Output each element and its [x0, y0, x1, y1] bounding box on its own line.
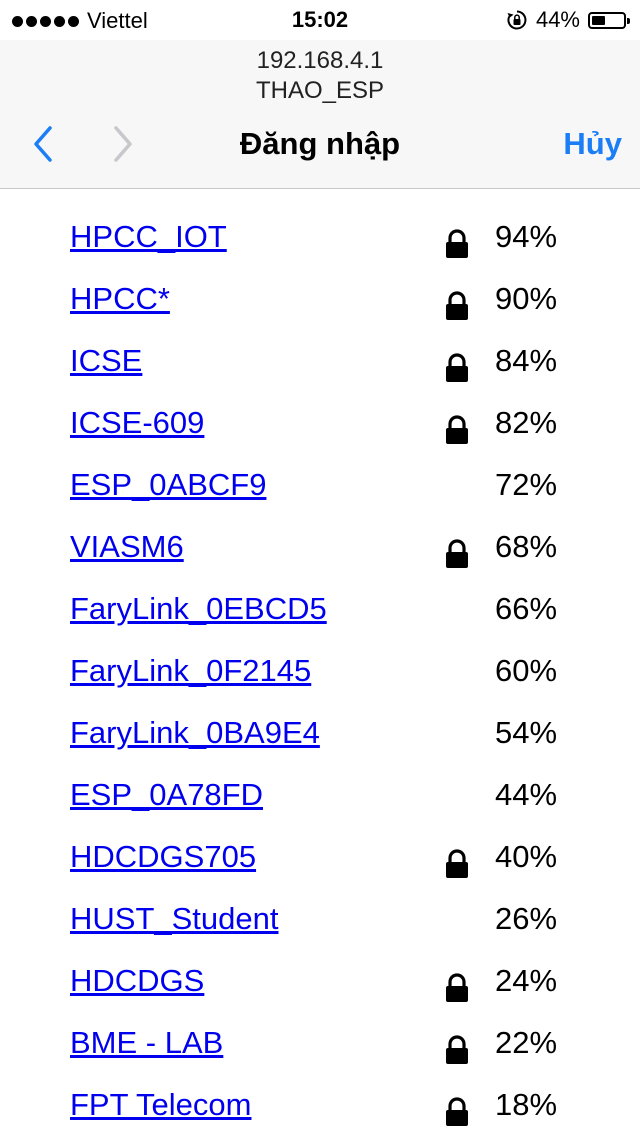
signal-strength: 44%	[495, 777, 558, 812]
network-ssid-link[interactable]: ICSE-609	[70, 403, 204, 443]
signal-strength: 22%	[495, 1025, 558, 1060]
signal-strength: 94%	[495, 219, 558, 254]
network-row: FaryLink_0F2145 60%	[0, 651, 640, 713]
battery-percent: 44%	[535, 7, 580, 32]
network-ssid-link[interactable]: HUST_Student	[70, 899, 279, 939]
lock-icon	[446, 1097, 468, 1126]
network-ssid-link[interactable]: FPT Telecom	[70, 1085, 251, 1125]
network-row: ESP_0A78FD 44%	[0, 775, 640, 837]
network-row: HDCDGS 24%	[0, 961, 640, 1023]
network-row: HDCDGS705 40%	[0, 837, 640, 899]
lock-icon	[446, 291, 468, 320]
signal-strength: 90%	[495, 281, 558, 316]
lock-icon	[446, 539, 468, 568]
network-row: ICSE 84%	[0, 341, 640, 403]
signal-strength: 24%	[495, 963, 558, 998]
network-ssid-link[interactable]: VIASM6	[70, 527, 184, 567]
signal-strength: 72%	[495, 467, 558, 502]
lock-icon	[446, 973, 468, 1002]
network-ssid-link[interactable]: FaryLink_0EBCD5	[70, 589, 327, 629]
lock-icon	[446, 415, 468, 444]
network-row: FaryLink_0EBCD5 66%	[0, 589, 640, 651]
status-bar: Viettel 15:02 44%	[0, 0, 640, 40]
network-row: HPCC* 90%	[0, 279, 640, 341]
nav-header: 192.168.4.1 THAO_ESP Đăng nhập Hủy	[0, 40, 640, 189]
network-row: FPT Telecom 18%	[0, 1085, 640, 1147]
lock-icon	[446, 229, 468, 258]
rotation-lock-icon	[507, 10, 527, 30]
page-url: 192.168.4.1	[256, 47, 384, 74]
signal-strength: 40%	[495, 839, 558, 874]
network-row: BME - LAB 22%	[0, 1023, 640, 1085]
network-ssid-link[interactable]: HPCC*	[70, 279, 170, 319]
network-row: ICSE-609 82%	[0, 403, 640, 465]
network-row: FaryLink_0BA9E4 54%	[0, 713, 640, 775]
network-ssid-link[interactable]: BME - LAB	[70, 1023, 223, 1063]
signal-strength: 66%	[495, 591, 558, 626]
network-name: THAO_ESP	[255, 77, 385, 104]
signal-strength: 84%	[495, 343, 558, 378]
page-title: Đăng nhập	[239, 126, 401, 161]
network-list: HPCC_IOT 94% HPCC* 90% ICSE 84% ICSE-609 82% ESP…	[0, 217, 640, 1147]
signal-strength: 26%	[495, 901, 558, 936]
network-row: VIASM6 68%	[0, 527, 640, 589]
status-right: 44%	[506, 7, 630, 33]
signal-strength: 54%	[495, 715, 558, 750]
network-ssid-link[interactable]: HPCC_IOT	[70, 217, 227, 257]
network-ssid-link[interactable]: HDCDGS	[70, 961, 204, 1001]
signal-strength: 68%	[495, 529, 558, 564]
lock-icon	[446, 849, 468, 878]
cancel-button[interactable]: Hủy	[563, 126, 622, 162]
battery-fill	[592, 15, 605, 25]
network-ssid-link[interactable]: ICSE	[70, 341, 142, 381]
network-ssid-link[interactable]: ESP_0A78FD	[70, 775, 263, 815]
network-ssid-link[interactable]: ESP_0ABCF9	[70, 465, 266, 505]
lock-icon	[446, 353, 468, 382]
signal-strength: 60%	[495, 653, 558, 688]
network-ssid-link[interactable]: FaryLink_0BA9E4	[70, 713, 320, 753]
signal-strength: 18%	[495, 1087, 558, 1122]
network-row: ESP_0ABCF9 72%	[0, 465, 640, 527]
network-row: HPCC_IOT 94%	[0, 217, 640, 279]
lock-icon	[446, 1035, 468, 1064]
network-ssid-link[interactable]: FaryLink_0F2145	[70, 651, 311, 691]
signal-strength: 82%	[495, 405, 558, 440]
battery-icon	[588, 11, 630, 29]
network-ssid-link[interactable]: HDCDGS705	[70, 837, 256, 877]
network-row: HUST_Student 26%	[0, 899, 640, 961]
